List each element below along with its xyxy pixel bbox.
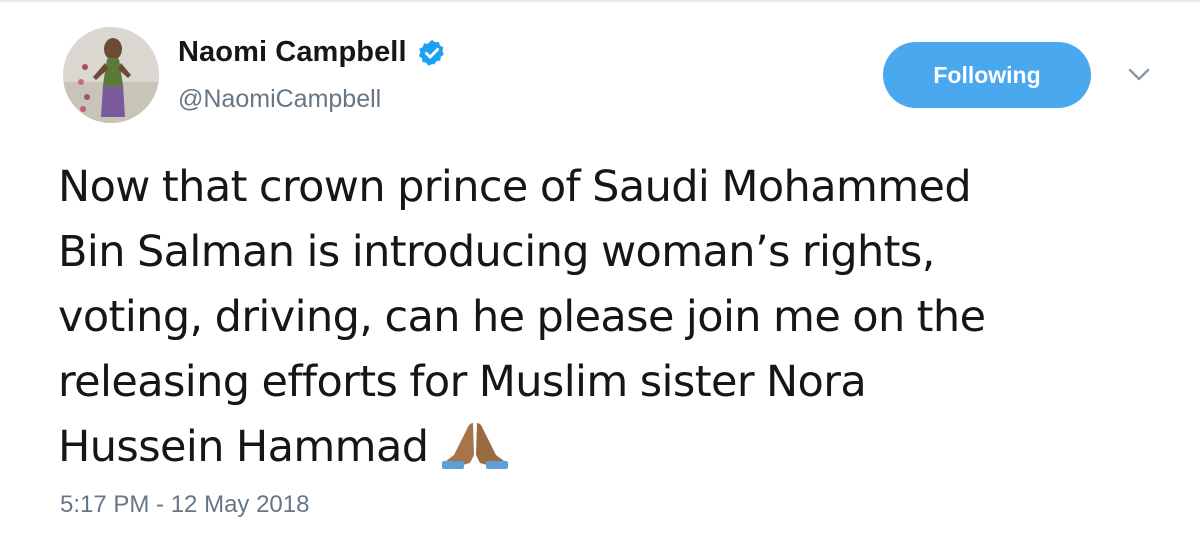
- tweet-text-line: voting, driving, can he please join me o…: [58, 292, 986, 342]
- tweet-card: Naomi Campbell @NaomiCampbell Following …: [0, 0, 1200, 547]
- folded-hands-emoji-icon: [440, 419, 510, 469]
- tweet-text-line: Bin Salman is introducing woman’s rights…: [58, 227, 935, 277]
- verified-badge-icon: [417, 38, 447, 68]
- author-name-row: Naomi Campbell: [178, 36, 447, 69]
- tweet-text-line-last: Hussein Hammad: [58, 415, 1158, 480]
- author-display-name[interactable]: Naomi Campbell: [178, 36, 407, 69]
- tweet-timestamp[interactable]: 5:17 PM - 12 May 2018: [60, 491, 309, 519]
- tweet-text: Now that crown prince of Saudi Mohammed …: [58, 155, 1158, 480]
- author-handle[interactable]: @NaomiCampbell: [178, 85, 381, 114]
- chevron-down-icon[interactable]: [1126, 66, 1152, 84]
- tweet-text-line: releasing efforts for Muslim sister Nora: [58, 357, 867, 407]
- following-button[interactable]: Following: [883, 42, 1091, 108]
- top-divider: [0, 0, 1200, 2]
- tweet-text-line: Now that crown prince of Saudi Mohammed: [58, 162, 972, 212]
- tweet-text-line: Hussein Hammad: [58, 422, 429, 472]
- avatar[interactable]: [63, 27, 159, 123]
